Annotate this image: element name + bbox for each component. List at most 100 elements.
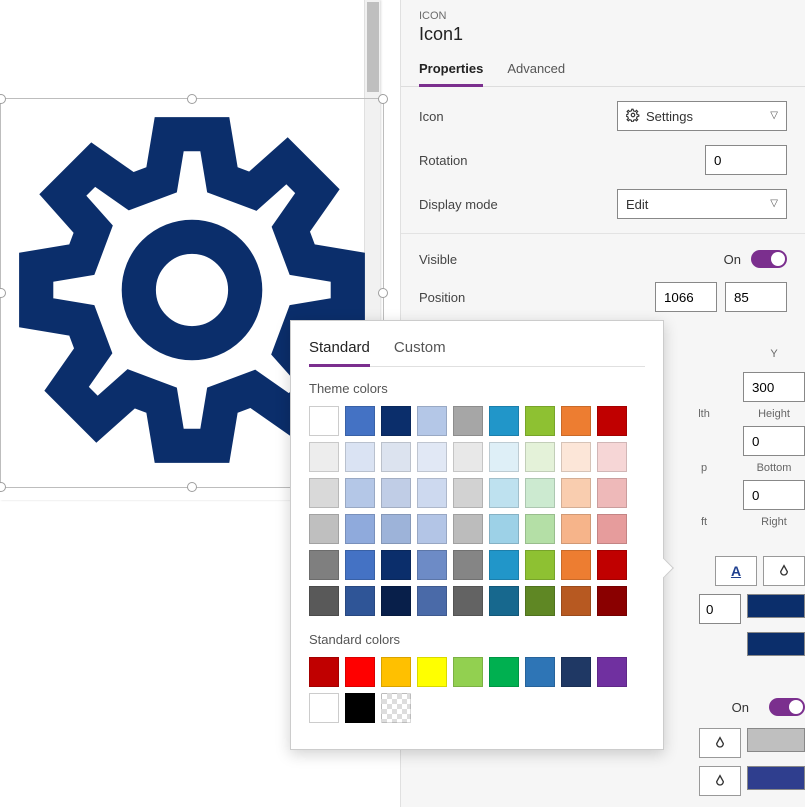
color-swatch[interactable] (489, 406, 519, 436)
color-swatch[interactable] (561, 550, 591, 580)
color-swatch[interactable] (309, 586, 339, 616)
color-swatch[interactable] (381, 478, 411, 508)
color-swatch[interactable] (417, 478, 447, 508)
resize-handle-bm[interactable] (187, 482, 197, 492)
color-swatch[interactable] (417, 406, 447, 436)
color-swatch[interactable] (561, 657, 591, 687)
color-swatch[interactable] (453, 442, 483, 472)
padding-top-input[interactable] (743, 426, 805, 456)
color-swatch[interactable] (417, 550, 447, 580)
color-swatch[interactable] (525, 514, 555, 544)
color-swatch[interactable] (489, 514, 519, 544)
color-swatch[interactable] (309, 442, 339, 472)
color-swatch[interactable] (489, 478, 519, 508)
color-swatch[interactable] (345, 514, 375, 544)
color-swatch-grey[interactable] (747, 728, 805, 752)
display-mode-dropdown[interactable]: Edit ▽ (617, 189, 787, 219)
color-swatch[interactable] (381, 514, 411, 544)
color-swatch[interactable] (381, 693, 411, 723)
color-swatch[interactable] (561, 442, 591, 472)
scrollbar-thumb[interactable] (367, 2, 379, 92)
color-swatch[interactable] (597, 478, 627, 508)
tab-properties[interactable]: Properties (419, 53, 483, 86)
color-swatch[interactable] (525, 406, 555, 436)
color-swatch[interactable] (309, 478, 339, 508)
color-swatch[interactable] (453, 406, 483, 436)
resize-handle-ml[interactable] (0, 288, 6, 298)
color-swatch[interactable] (417, 514, 447, 544)
color-swatch[interactable] (417, 657, 447, 687)
color-swatch[interactable] (309, 406, 339, 436)
color-swatch[interactable] (381, 550, 411, 580)
color-swatch-1[interactable] (747, 594, 805, 618)
color-swatch[interactable] (489, 657, 519, 687)
color-swatch[interactable] (525, 657, 555, 687)
color-swatch[interactable] (345, 442, 375, 472)
color-swatch[interactable] (381, 586, 411, 616)
color-swatch[interactable] (561, 586, 591, 616)
resize-handle-tr[interactable] (378, 94, 388, 104)
visible-toggle[interactable] (751, 250, 787, 268)
color-swatch[interactable] (345, 657, 375, 687)
resize-handle-tm[interactable] (187, 94, 197, 104)
color-swatch[interactable] (597, 442, 627, 472)
chevron-down-icon: ▽ (770, 199, 778, 209)
color-swatch[interactable] (417, 442, 447, 472)
color-swatch[interactable] (453, 657, 483, 687)
color-swatch[interactable] (597, 514, 627, 544)
tab-advanced[interactable]: Advanced (507, 53, 565, 86)
tab-custom[interactable]: Custom (394, 335, 446, 366)
color-swatch[interactable] (309, 514, 339, 544)
color-swatch[interactable] (381, 657, 411, 687)
color-swatch[interactable] (525, 442, 555, 472)
color-swatch[interactable] (309, 550, 339, 580)
color-swatch[interactable] (345, 550, 375, 580)
color-swatch[interactable] (561, 514, 591, 544)
font-color-button[interactable]: A (715, 556, 757, 586)
color-swatch[interactable] (597, 657, 627, 687)
color-swatch[interactable] (453, 586, 483, 616)
color-swatch[interactable] (525, 550, 555, 580)
color-swatch-2[interactable] (747, 632, 805, 656)
color-swatch[interactable] (345, 478, 375, 508)
height-input[interactable] (743, 372, 805, 402)
color-swatch[interactable] (561, 478, 591, 508)
color-swatch[interactable] (525, 586, 555, 616)
rotation-input[interactable] (705, 145, 787, 175)
color-swatch[interactable] (345, 406, 375, 436)
color-swatch[interactable] (309, 657, 339, 687)
icon-dropdown[interactable]: Settings ▽ (617, 101, 787, 131)
position-y-input[interactable] (725, 282, 787, 312)
resize-handle-tl[interactable] (0, 94, 6, 104)
border-width-input[interactable] (699, 594, 741, 624)
color-swatch[interactable] (597, 406, 627, 436)
color-swatch[interactable] (453, 514, 483, 544)
color-swatch[interactable] (597, 550, 627, 580)
color-swatch[interactable] (345, 586, 375, 616)
color-swatch-navy2[interactable] (747, 766, 805, 790)
color-swatch[interactable] (417, 586, 447, 616)
position-x-input[interactable] (655, 282, 717, 312)
toggle-2[interactable] (769, 698, 805, 716)
color-swatch[interactable] (489, 442, 519, 472)
fill-button-3[interactable] (699, 766, 741, 796)
theme-colors-palette (309, 406, 645, 616)
color-swatch[interactable] (345, 693, 375, 723)
pad-left-label-partial: ft (673, 516, 735, 528)
color-swatch[interactable] (309, 693, 339, 723)
color-swatch[interactable] (561, 406, 591, 436)
resize-handle-mr[interactable] (378, 288, 388, 298)
color-swatch[interactable] (525, 478, 555, 508)
padding-right-input[interactable] (743, 480, 805, 510)
color-swatch[interactable] (381, 442, 411, 472)
color-swatch[interactable] (453, 550, 483, 580)
color-swatch[interactable] (453, 478, 483, 508)
tab-standard[interactable]: Standard (309, 335, 370, 366)
visible-label: Visible (419, 252, 724, 267)
color-swatch[interactable] (597, 586, 627, 616)
color-swatch[interactable] (489, 586, 519, 616)
fill-color-button[interactable] (763, 556, 805, 586)
color-swatch[interactable] (489, 550, 519, 580)
fill-button-2[interactable] (699, 728, 741, 758)
color-swatch[interactable] (381, 406, 411, 436)
